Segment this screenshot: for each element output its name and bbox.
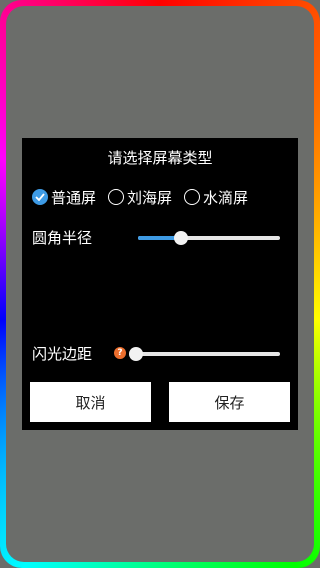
radio-notch-screen[interactable]: 刘海屏 [108,187,172,208]
screen-type-radio-group: 普通屏 刘海屏 水滴屏 [32,186,260,208]
flash-margin-label: 闪光边距 [32,345,93,363]
cancel-button[interactable]: 取消 [30,382,151,422]
radio-unchecked-icon [184,189,201,205]
screen-type-dialog: 请选择屏幕类型 普通屏 刘海屏 水滴屏 圆角半径 闪光边距 ? 取消 保存 [22,138,298,430]
save-button[interactable]: 保存 [169,382,290,422]
corner-radius-slider[interactable] [138,231,280,245]
radio-checked-icon [32,189,48,205]
corner-radius-label: 圆角半径 [32,229,93,247]
slider-track [136,352,280,356]
slider-thumb[interactable] [173,231,188,245]
radio-normal-screen[interactable]: 普通屏 [32,187,96,208]
radio-unchecked-icon [108,189,125,205]
radio-label: 水滴屏 [203,188,249,207]
radio-label: 普通屏 [51,188,97,207]
flash-margin-slider[interactable] [129,347,280,361]
slider-thumb[interactable] [129,347,143,361]
help-icon[interactable]: ? [114,347,126,359]
radio-label: 刘海屏 [127,188,173,207]
screen: 请选择屏幕类型 普通屏 刘海屏 水滴屏 圆角半径 闪光边距 ? 取消 保存 [0,0,320,568]
dialog-title: 请选择屏幕类型 [107,149,213,167]
radio-waterdrop-screen[interactable]: 水滴屏 [184,187,248,208]
